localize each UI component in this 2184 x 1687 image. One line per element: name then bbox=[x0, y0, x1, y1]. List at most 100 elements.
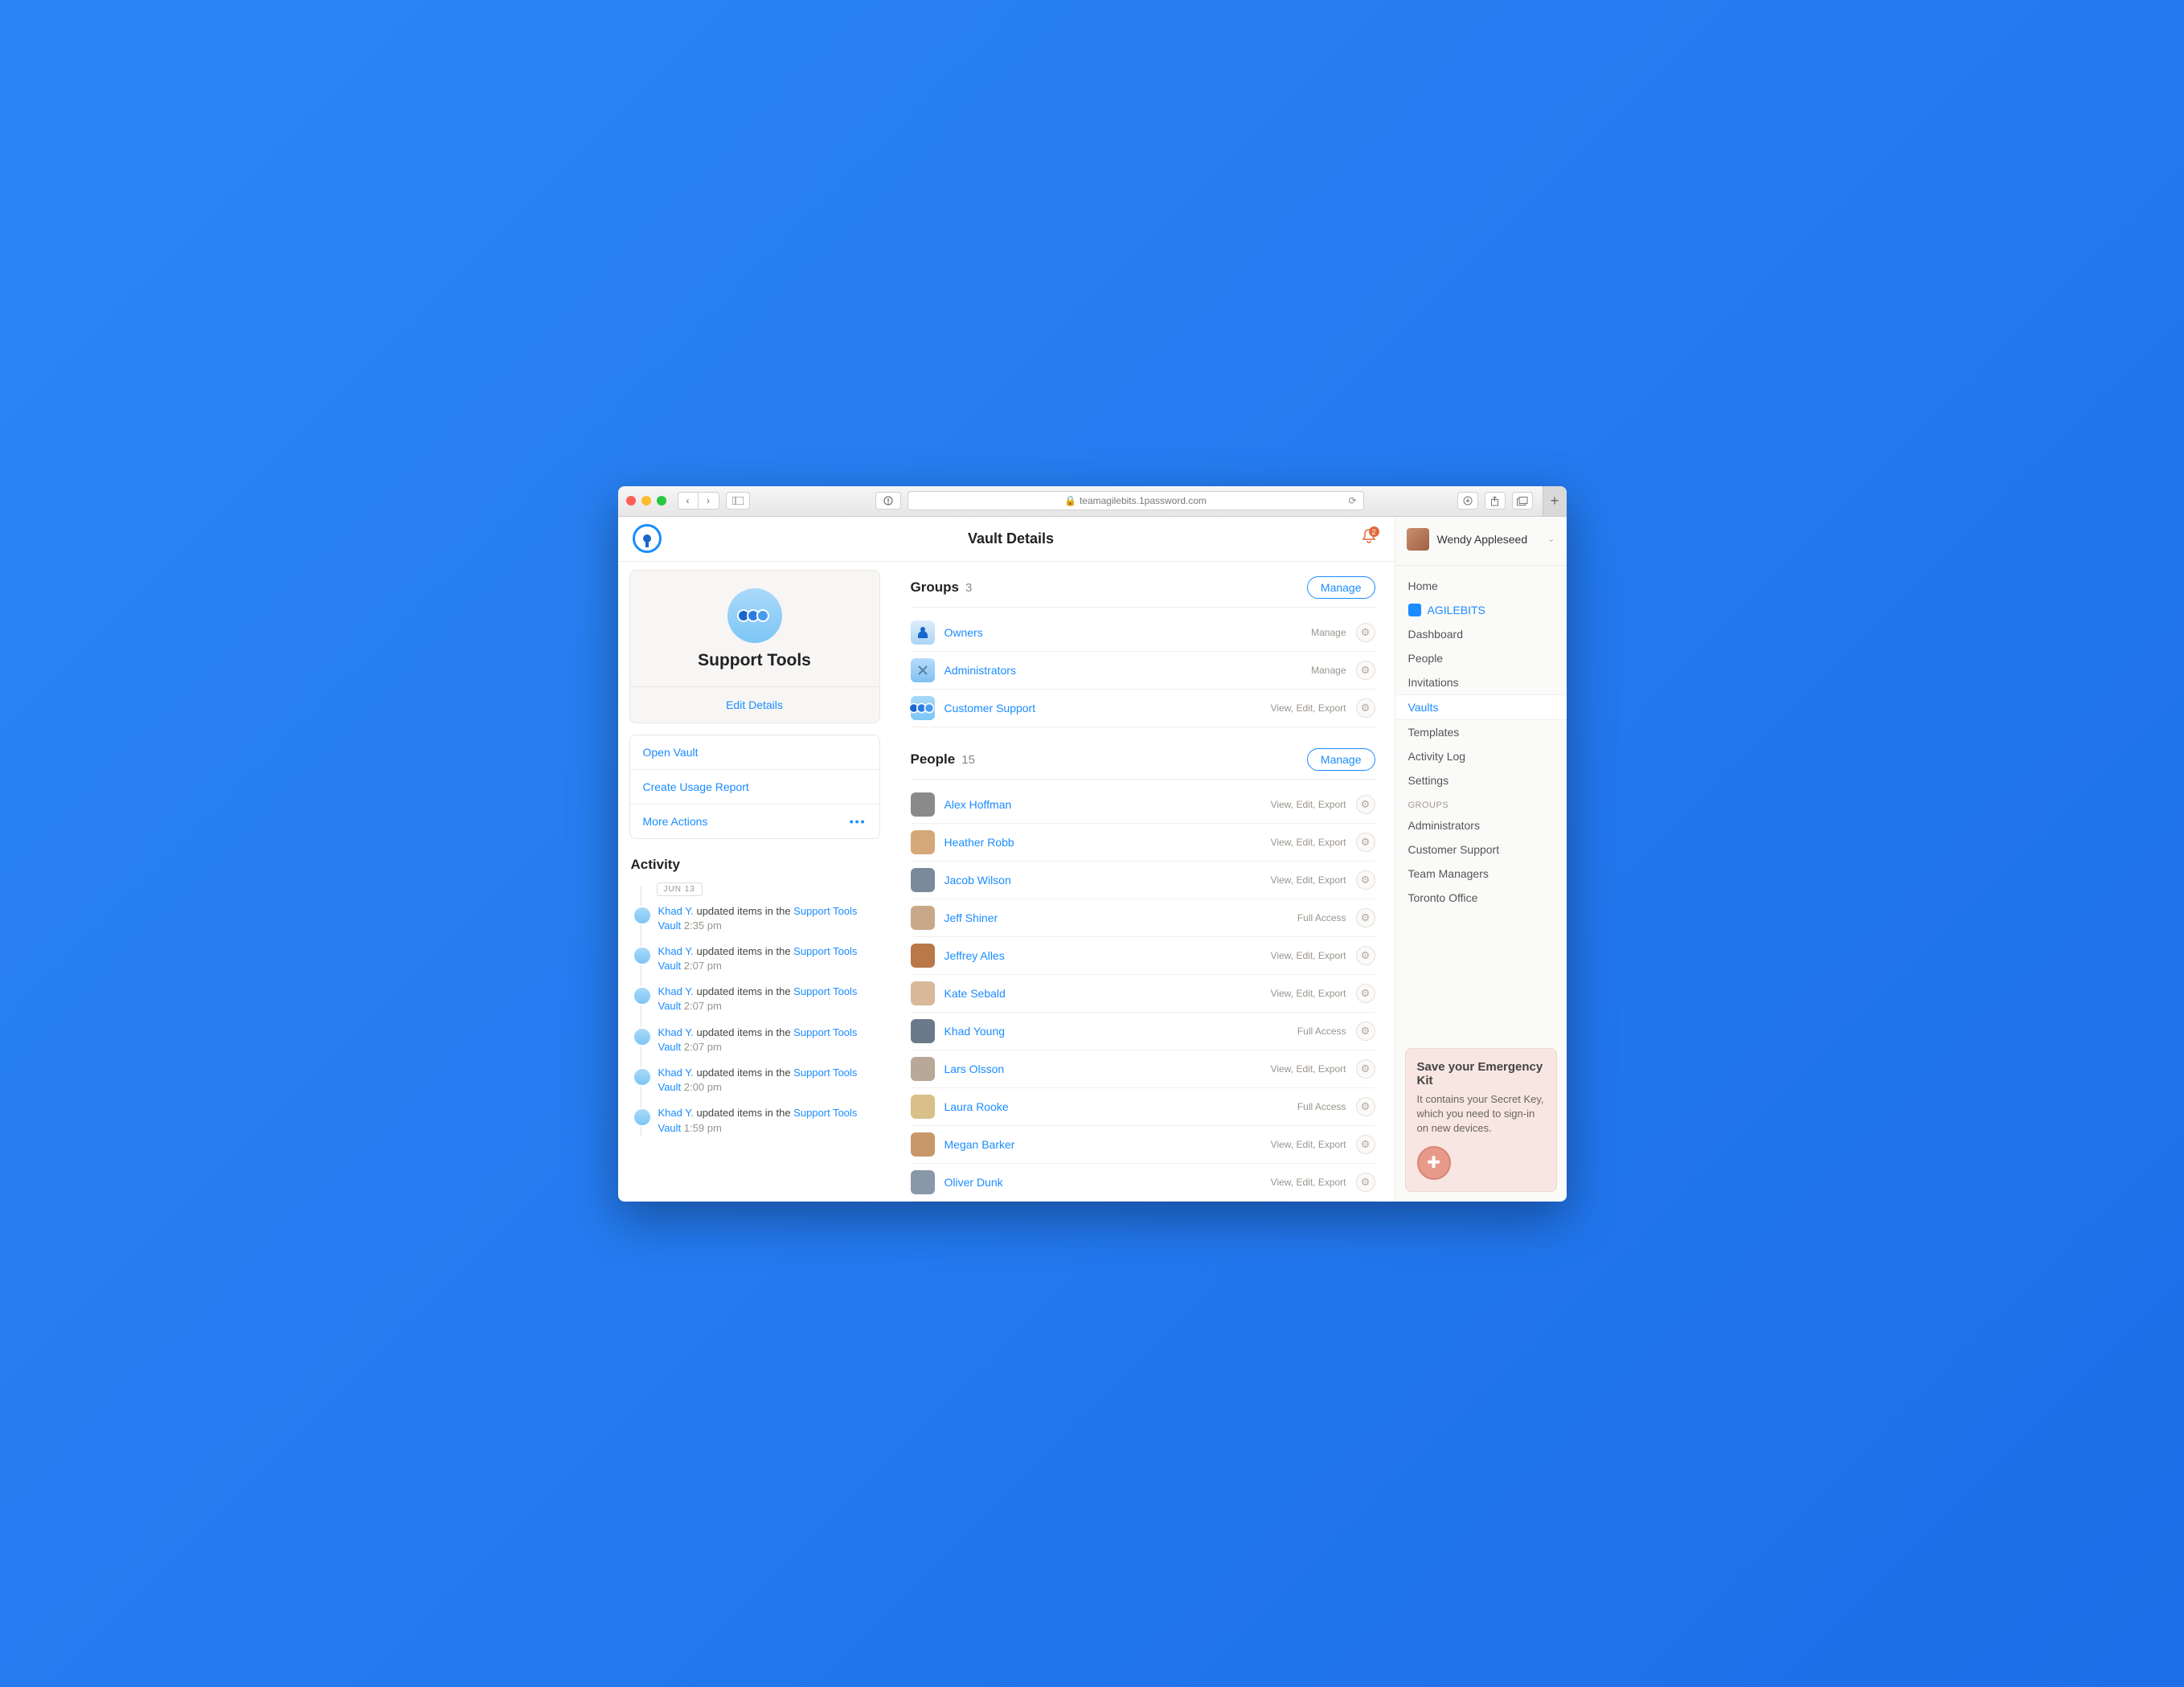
gear-icon[interactable]: ⚙ bbox=[1356, 833, 1375, 852]
person-permission: Full Access bbox=[1297, 1026, 1346, 1037]
nav-dashboard[interactable]: Dashboard bbox=[1395, 622, 1567, 646]
nav-group-administrators[interactable]: Administrators bbox=[1395, 813, 1567, 837]
nav-home[interactable]: Home bbox=[1395, 574, 1567, 598]
nav-group-customer-support[interactable]: Customer Support bbox=[1395, 837, 1567, 862]
app-logo[interactable] bbox=[633, 524, 662, 553]
person-row[interactable]: Jacob Wilson View, Edit, Export ⚙ bbox=[911, 862, 1375, 899]
nav-activity-log[interactable]: Activity Log bbox=[1395, 744, 1567, 768]
new-tab-button[interactable]: + bbox=[1543, 486, 1567, 516]
browser-window: ‹ › 🔒 teamagilebits.1password.com ⟳ + bbox=[618, 486, 1567, 1202]
nav-group-toronto-office[interactable]: Toronto Office bbox=[1395, 886, 1567, 910]
share-button[interactable] bbox=[1485, 492, 1506, 510]
activity-user-link[interactable]: Khad Y. bbox=[658, 1107, 694, 1119]
person-row[interactable]: Lars Olsson View, Edit, Export ⚙ bbox=[911, 1050, 1375, 1088]
gear-icon[interactable]: ⚙ bbox=[1356, 795, 1375, 814]
nav-group-team-managers[interactable]: Team Managers bbox=[1395, 862, 1567, 886]
notifications-button[interactable]: 2 bbox=[1361, 528, 1377, 549]
gear-icon[interactable]: ⚙ bbox=[1356, 1173, 1375, 1192]
person-name: Khad Young bbox=[944, 1025, 1288, 1038]
downloads-button[interactable] bbox=[1457, 492, 1478, 510]
gear-icon[interactable]: ⚙ bbox=[1356, 1135, 1375, 1154]
create-usage-report-button[interactable]: Create Usage Report bbox=[630, 770, 879, 805]
manage-people-button[interactable]: Manage bbox=[1307, 748, 1375, 771]
group-row[interactable]: Owners Manage ⚙ bbox=[911, 614, 1375, 652]
activity-date: JUN 13 bbox=[657, 882, 703, 896]
address-bar[interactable]: 🔒 teamagilebits.1password.com ⟳ bbox=[908, 491, 1364, 510]
person-avatar bbox=[911, 792, 935, 817]
person-row[interactable]: Laura Rooke Full Access ⚙ bbox=[911, 1088, 1375, 1126]
nav-templates[interactable]: Templates bbox=[1395, 720, 1567, 744]
kit-title: Save your Emergency Kit bbox=[1417, 1060, 1545, 1087]
activity-avatar bbox=[633, 906, 652, 925]
person-avatar bbox=[911, 1132, 935, 1157]
group-row[interactable]: Customer Support View, Edit, Export ⚙ bbox=[911, 690, 1375, 727]
account-menu[interactable]: Wendy Appleseed ⌄ bbox=[1395, 517, 1567, 566]
person-permission: View, Edit, Export bbox=[1271, 1139, 1346, 1150]
person-row[interactable]: Kate Sebald View, Edit, Export ⚙ bbox=[911, 975, 1375, 1013]
gear-icon[interactable]: ⚙ bbox=[1356, 661, 1375, 680]
vault-name: Support Tools bbox=[630, 651, 879, 686]
gear-icon[interactable]: ⚙ bbox=[1356, 870, 1375, 890]
zoom-window-button[interactable] bbox=[657, 496, 666, 506]
gear-icon[interactable]: ⚙ bbox=[1356, 984, 1375, 1003]
nav-settings[interactable]: Settings bbox=[1395, 768, 1567, 792]
open-vault-button[interactable]: Open Vault bbox=[630, 735, 879, 770]
nav-buttons: ‹ › bbox=[678, 492, 719, 510]
tabs-button[interactable] bbox=[1512, 492, 1533, 510]
gear-icon[interactable]: ⚙ bbox=[1356, 1022, 1375, 1041]
nav-groups-label: GROUPS bbox=[1395, 792, 1567, 813]
activity-user-link[interactable]: Khad Y. bbox=[658, 905, 694, 917]
gear-icon[interactable]: ⚙ bbox=[1356, 1059, 1375, 1079]
group-icon bbox=[911, 620, 935, 645]
lock-icon: 🔒 bbox=[1064, 495, 1076, 506]
nav-people[interactable]: People bbox=[1395, 646, 1567, 670]
back-button[interactable]: ‹ bbox=[678, 492, 699, 510]
activity-user-link[interactable]: Khad Y. bbox=[658, 945, 694, 957]
more-actions-button[interactable]: More Actions ••• bbox=[630, 805, 879, 838]
privacy-report-button[interactable] bbox=[875, 492, 901, 510]
activity-item: Khad Y. updated items in the Support Too… bbox=[658, 944, 880, 973]
group-icon bbox=[911, 696, 935, 720]
chevron-down-icon: ⌄ bbox=[1547, 534, 1555, 544]
activity-avatar bbox=[633, 1067, 652, 1087]
activity-user-link[interactable]: Khad Y. bbox=[658, 1026, 694, 1038]
edit-details-button[interactable]: Edit Details bbox=[630, 686, 879, 723]
group-row[interactable]: Administrators Manage ⚙ bbox=[911, 652, 1375, 690]
manage-groups-button[interactable]: Manage bbox=[1307, 576, 1375, 599]
reload-button[interactable]: ⟳ bbox=[1348, 495, 1356, 506]
people-heading: People15 bbox=[911, 751, 975, 768]
group-name: Customer Support bbox=[944, 702, 1261, 715]
gear-icon[interactable]: ⚙ bbox=[1356, 908, 1375, 927]
gear-icon[interactable]: ⚙ bbox=[1356, 698, 1375, 718]
vault-actions: Open Vault Create Usage Report More Acti… bbox=[629, 735, 880, 839]
group-name: Administrators bbox=[944, 664, 1302, 677]
person-row[interactable]: Megan Barker View, Edit, Export ⚙ bbox=[911, 1126, 1375, 1164]
person-row[interactable]: Jeffrey Alles View, Edit, Export ⚙ bbox=[911, 937, 1375, 975]
vault-card: Support Tools Edit Details bbox=[629, 570, 880, 723]
forward-button[interactable]: › bbox=[699, 492, 719, 510]
person-row[interactable]: Alex Hoffman View, Edit, Export ⚙ bbox=[911, 786, 1375, 824]
activity-item: Khad Y. updated items in the Support Too… bbox=[658, 1106, 880, 1135]
emergency-kit-icon: ✚ bbox=[1417, 1146, 1451, 1180]
person-row[interactable]: Khad Young Full Access ⚙ bbox=[911, 1013, 1375, 1050]
groups-heading: Groups3 bbox=[911, 579, 973, 596]
ellipsis-icon: ••• bbox=[850, 815, 867, 828]
gear-icon[interactable]: ⚙ bbox=[1356, 1097, 1375, 1116]
close-window-button[interactable] bbox=[626, 496, 636, 506]
person-row[interactable]: Oliver Dunk View, Edit, Export ⚙ bbox=[911, 1164, 1375, 1202]
minimize-window-button[interactable] bbox=[641, 496, 651, 506]
person-name: Jeffrey Alles bbox=[944, 949, 1261, 962]
kit-body: It contains your Secret Key, which you n… bbox=[1417, 1092, 1545, 1136]
nav-vaults[interactable]: Vaults bbox=[1395, 694, 1567, 720]
emergency-kit-card[interactable]: Save your Emergency Kit It contains your… bbox=[1405, 1048, 1557, 1192]
gear-icon[interactable]: ⚙ bbox=[1356, 623, 1375, 642]
person-row[interactable]: Jeff Shiner Full Access ⚙ bbox=[911, 899, 1375, 937]
activity-user-link[interactable]: Khad Y. bbox=[658, 985, 694, 997]
nav-org[interactable]: AGILEBITS bbox=[1395, 598, 1567, 622]
person-permission: View, Edit, Export bbox=[1271, 799, 1346, 810]
sidebar-toggle-button[interactable] bbox=[726, 492, 750, 510]
gear-icon[interactable]: ⚙ bbox=[1356, 946, 1375, 965]
nav-invitations[interactable]: Invitations bbox=[1395, 670, 1567, 694]
person-row[interactable]: Heather Robb View, Edit, Export ⚙ bbox=[911, 824, 1375, 862]
activity-user-link[interactable]: Khad Y. bbox=[658, 1067, 694, 1079]
